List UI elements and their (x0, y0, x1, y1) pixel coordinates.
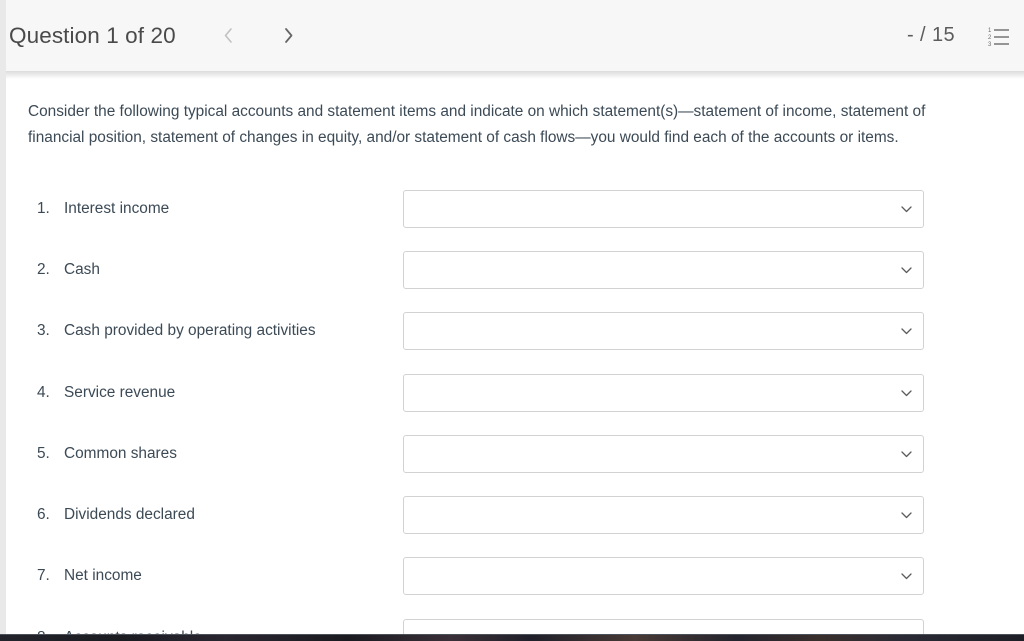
item-answer-wrapper (403, 189, 924, 228)
bottom-cutoff-band-texture (0, 635, 1024, 641)
chevron-right-icon (282, 26, 295, 45)
account-item-row-7: 7. Net income (6, 546, 1024, 607)
question-list-button[interactable]: 1 2 3 (988, 16, 1024, 56)
item-number: 5. (37, 444, 50, 462)
item-number: 6. (37, 506, 50, 524)
item-label: Dividends declared (64, 506, 195, 524)
statement-select-5[interactable] (403, 434, 924, 473)
item-answer-wrapper (403, 496, 924, 535)
svg-text:1: 1 (988, 28, 992, 34)
statement-select-6[interactable] (403, 496, 924, 535)
account-item-row-3: 3. Cash provided by operating activities (6, 301, 1024, 362)
chevron-left-icon (222, 26, 235, 45)
item-number: 4. (37, 383, 50, 401)
item-number: 1. (37, 199, 50, 217)
item-label: Cash (64, 260, 100, 278)
exam-question-screen: Question 1 of 20 - / 15 1 2 3 Consider t… (0, 0, 1024, 641)
account-items-list: 1. Interest income 2. Cash 3. Cash provi… (6, 178, 1024, 635)
item-number: 2. (37, 260, 50, 278)
account-item-row-6: 6. Dividends declared (6, 484, 1024, 545)
item-answer-wrapper (403, 618, 924, 635)
item-answer-wrapper (403, 250, 924, 289)
item-number: 3. (37, 322, 50, 340)
account-item-row-1: 1. Interest income (6, 178, 1024, 239)
item-answer-wrapper (403, 434, 924, 473)
item-label: Common shares (64, 444, 177, 462)
header-divider-shadow (0, 71, 1024, 79)
question-header-bar: Question 1 of 20 - / 15 1 2 3 (0, 0, 1024, 71)
statement-select-7[interactable] (403, 557, 924, 596)
item-answer-wrapper (403, 373, 924, 412)
question-content-card: Consider the following typical accounts … (6, 79, 1024, 635)
bottom-cutoff-band (0, 635, 1024, 641)
item-label: Cash provided by operating activities (64, 322, 316, 340)
next-question-button[interactable] (272, 16, 306, 56)
item-answer-wrapper (403, 557, 924, 596)
svg-text:2: 2 (988, 35, 992, 41)
item-label: Service revenue (64, 383, 176, 401)
account-item-row-5: 5. Common shares (6, 423, 1024, 484)
question-nav-group (212, 16, 306, 56)
item-answer-wrapper (403, 312, 924, 351)
statement-select-4[interactable] (403, 373, 924, 412)
previous-question-button[interactable] (212, 16, 246, 56)
item-label: Interest income (64, 199, 170, 217)
question-counter-title: Question 1 of 20 (9, 22, 176, 48)
question-prompt-text: Consider the following typical accounts … (28, 103, 926, 146)
statement-select-1[interactable] (403, 189, 924, 228)
account-item-row-2: 2. Cash (6, 239, 1024, 300)
header-right-group: - / 15 1 2 3 (907, 16, 1024, 56)
item-label: Net income (64, 567, 142, 585)
account-item-row-8: 8. Accounts receivable (6, 607, 1024, 635)
statement-select-3[interactable] (403, 312, 924, 351)
left-gutter (0, 0, 6, 641)
score-display: - / 15 (907, 24, 955, 46)
svg-text:3: 3 (988, 42, 992, 46)
statement-select-2[interactable] (403, 250, 924, 289)
numbered-list-icon: 1 2 3 (988, 26, 1010, 46)
item-number: 7. (37, 567, 50, 585)
statement-select-8[interactable] (403, 618, 924, 635)
account-item-row-4: 4. Service revenue (6, 362, 1024, 423)
